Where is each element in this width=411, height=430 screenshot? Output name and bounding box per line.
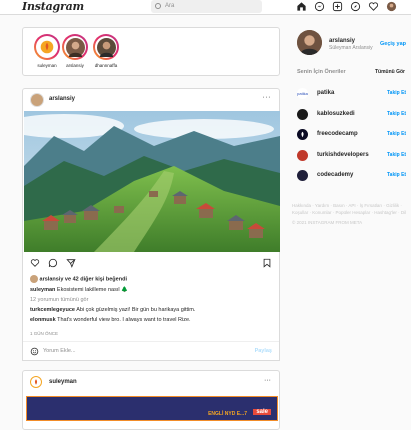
messenger-icon[interactable] xyxy=(314,1,325,12)
share-icon[interactable] xyxy=(66,258,76,268)
instagram-logo[interactable]: Instagram xyxy=(22,0,84,13)
sidebar-fullname: Süleyman Arslansiy xyxy=(329,45,373,51)
banner-tag: sale xyxy=(253,409,271,415)
new-post-icon[interactable] xyxy=(332,1,343,12)
comment-input[interactable]: Yorum Ekle... xyxy=(43,348,76,354)
post-image-banner[interactable]: ENGLİ NYD E...7 sale xyxy=(26,396,278,421)
suggestion-row: kablosuzkedi Takip Et xyxy=(297,108,411,122)
caption: suleyman Ekosistemi lakilleme nasıl 🌲 xyxy=(30,287,128,293)
post-actions xyxy=(30,258,76,268)
post-comment-button[interactable]: Paylaş xyxy=(255,348,272,354)
follow-button[interactable]: Takip Et xyxy=(387,90,406,96)
kablosuzkedi-logo[interactable] xyxy=(297,109,308,120)
comment-text: That's wonderful view bro. I always want… xyxy=(57,317,191,323)
story-ring xyxy=(62,34,88,60)
emoji-icon[interactable] xyxy=(30,347,39,356)
comment-user[interactable]: elonmusk xyxy=(30,317,56,323)
sidebar-avatar[interactable] xyxy=(297,30,322,55)
caption-user[interactable]: suleyman xyxy=(30,287,55,293)
caption-text: Ekosistemi lakilleme nasıl 🌲 xyxy=(56,287,128,293)
comment-row: turkcemlegeyuce Abi çok güzelmiş yazi! B… xyxy=(30,307,195,313)
post-time: 1 GÜN ÖNCE xyxy=(30,331,59,336)
suggestion-row: codecademy Takip Et xyxy=(297,169,411,183)
likes-row: arslansiy ve 42 diğer kişi beğendi xyxy=(30,275,127,283)
post-avatar[interactable] xyxy=(30,93,44,107)
follow-button[interactable]: Takip Et xyxy=(387,131,406,137)
suggestion-name[interactable]: freecodecamp xyxy=(317,131,358,137)
suggestion-row: turkishdevelopers Takip Et xyxy=(297,149,411,163)
suggestion-row: patika patika Takip Et xyxy=(297,87,411,101)
suggestion-row: freecodecamp Takip Et xyxy=(297,128,411,142)
feed-post: suleyman ··· ENGLİ NYD E...7 sale xyxy=(22,370,280,430)
follow-button[interactable]: Takip Et xyxy=(387,172,406,178)
suggestions-header: Senin İçin Öneriler xyxy=(297,69,346,75)
post-username[interactable]: arslansiy xyxy=(49,96,75,102)
patika-logo[interactable]: patika xyxy=(297,88,308,99)
switch-account-button[interactable]: Geçiş yap xyxy=(380,41,406,47)
heart-icon[interactable] xyxy=(368,1,379,12)
search-input[interactable]: Ara xyxy=(151,0,262,13)
codecademy-logo[interactable] xyxy=(297,170,308,181)
banner-text: ENGLİ NYD E...7 xyxy=(208,411,247,417)
post-header: arslansiy ··· xyxy=(23,89,279,111)
view-comments-link[interactable]: 12 yorumun tümünü gör xyxy=(30,297,88,303)
suggestion-name[interactable]: kablosuzkedi xyxy=(317,111,355,117)
more-options-icon[interactable]: ··· xyxy=(264,377,271,384)
sidebar-footer: Hakkında · Yardım · Basın · API · İş Fır… xyxy=(292,202,407,226)
like-icon[interactable] xyxy=(30,258,40,268)
story-avatar xyxy=(65,37,85,57)
home-icon[interactable] xyxy=(296,1,307,12)
stories-tray: suleyman arslansiy dhannnaffa xyxy=(22,27,280,76)
story-username: dhannnaffa xyxy=(94,63,118,68)
comment-row: elonmusk That's wonderful view bro. I al… xyxy=(30,317,191,323)
follow-button[interactable]: Takip Et xyxy=(387,111,406,117)
landscape-photo xyxy=(24,111,280,252)
nav-icons xyxy=(296,1,397,12)
liked-by-user[interactable]: arslansiy xyxy=(40,276,64,282)
comment-icon[interactable] xyxy=(48,258,58,268)
top-navbar: Instagram Ara xyxy=(0,0,411,15)
explore-icon[interactable] xyxy=(350,1,361,12)
story-item[interactable]: dhannnaffa xyxy=(88,34,124,68)
footer-links[interactable]: Hakkında · Yardım · Basın · API · İş Fır… xyxy=(292,202,407,216)
liker-avatar xyxy=(30,275,38,283)
more-options-icon[interactable]: ··· xyxy=(263,94,272,101)
add-comment-bar: Yorum Ekle... Paylaş xyxy=(23,341,279,361)
freecodecamp-logo[interactable] xyxy=(297,129,308,140)
search-icon xyxy=(155,3,161,9)
suggestion-name[interactable]: turkishdevelopers xyxy=(317,152,369,158)
suggestion-name[interactable]: codecademy xyxy=(317,172,353,178)
bookmark-icon[interactable] xyxy=(262,258,272,268)
footer-copyright: © 2021 INSTAGRAM FROM META xyxy=(292,220,363,225)
search-placeholder: Ara xyxy=(165,3,175,9)
comment-text: Abi çok güzelmiş yazi! Bir gün bu harika… xyxy=(76,307,196,313)
post-avatar[interactable] xyxy=(30,376,42,388)
suggestion-name[interactable]: patika xyxy=(317,90,334,96)
see-all-link[interactable]: Tümünü Gör xyxy=(375,69,405,75)
follow-button[interactable]: Takip Et xyxy=(387,152,406,158)
sidebar-username[interactable]: arslansiy xyxy=(329,38,355,44)
liked-by-text[interactable]: ve 42 diğer kişi beğendi xyxy=(65,276,127,282)
story-ring xyxy=(93,34,119,60)
story-avatar xyxy=(37,37,57,57)
post-footer: arslansiy ve 42 diğer kişi beğendi suley… xyxy=(22,255,280,361)
profile-avatar[interactable] xyxy=(386,1,397,12)
story-avatar xyxy=(96,37,116,57)
turkishdevelopers-logo[interactable] xyxy=(297,150,308,161)
comment-user[interactable]: turkcemlegeyuce xyxy=(30,307,75,313)
post-username[interactable]: suleyman xyxy=(49,379,77,385)
